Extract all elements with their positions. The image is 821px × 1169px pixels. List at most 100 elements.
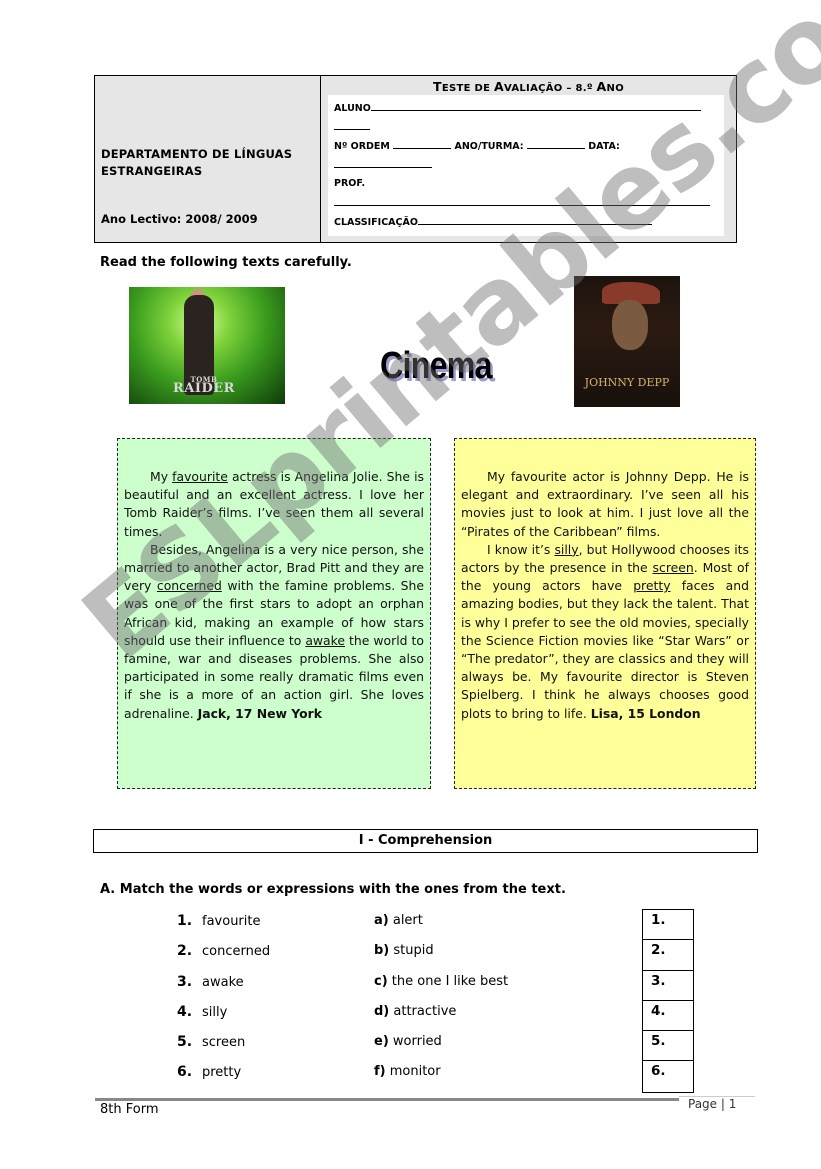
underlined-word: favourite	[172, 469, 228, 484]
aluno-field-continued[interactable]	[334, 117, 718, 136]
word: awake	[202, 974, 244, 990]
aluno-blank[interactable]	[370, 98, 701, 111]
word-number: 3.	[177, 973, 193, 990]
word-list: 1. favourite 2. concerned 3. awake 4. silly …	[177, 910, 270, 1092]
answer-cell[interactable]: 3.	[643, 971, 693, 1001]
header-table: DEPARTAMENTO DE LÍNGUAS ESTRANGEIRAS Ano…	[94, 75, 737, 243]
definition-letter: d)	[374, 1003, 390, 1019]
definition-letter: b)	[374, 943, 390, 959]
word: silly	[202, 1004, 228, 1020]
underlined-word: awake	[305, 632, 345, 648]
word-number: 6.	[177, 1064, 193, 1081]
prof-label: PROF.	[334, 178, 366, 189]
word-item: 6. pretty	[177, 1061, 270, 1091]
signature: Lisa, 15 London	[590, 705, 701, 721]
ano-turma-blank[interactable]	[526, 136, 585, 149]
definition-item: f) monitor	[374, 1061, 508, 1091]
definition-item: a) alert	[374, 910, 508, 940]
paragraph: My favourite actor is Johnny Depp. He is…	[461, 469, 749, 539]
classificacao-label: CLASSIFICAÇÃO	[334, 217, 418, 228]
word: concerned	[202, 944, 271, 960]
word-item: 2. concerned	[177, 940, 270, 970]
header-left-cell: DEPARTAMENTO DE LÍNGUAS ESTRANGEIRAS Ano…	[95, 76, 321, 242]
definition-letter: e)	[374, 1034, 389, 1050]
definition-letter: f)	[374, 1064, 386, 1080]
text: I know it’s	[487, 541, 555, 557]
data-blank[interactable]	[334, 155, 432, 168]
word-item: 5. screen	[177, 1031, 270, 1061]
title-part: NO	[606, 83, 625, 94]
cinema-title: Cinema	[380, 345, 492, 387]
text: faces and amazing bodies, but they lack …	[461, 578, 749, 721]
underlined-word: pretty	[633, 578, 671, 594]
classificacao-field[interactable]: CLASSIFICAÇÃO	[334, 212, 718, 231]
answer-cell[interactable]: 6.	[643, 1061, 693, 1091]
word-number: 2.	[177, 943, 193, 960]
word: screen	[202, 1035, 246, 1051]
student-info-form: ALUNO Nº ORDEM ANO/TURMA: DATA: PROF. CL…	[328, 95, 724, 236]
aluno-label: ALUNO	[334, 103, 371, 114]
n-ordem-blank[interactable]	[393, 136, 452, 149]
signature: Jack, 17 New York	[197, 705, 322, 721]
definition-list: a) alert b) stupid c) the one I like bes…	[374, 910, 508, 1092]
definition-item: e) worried	[374, 1031, 508, 1061]
aluno-field[interactable]: ALUNO	[334, 98, 718, 117]
face	[612, 300, 648, 350]
classificacao-blank[interactable]	[417, 212, 652, 225]
definition-text: alert	[388, 913, 423, 928]
data-label: DATA:	[588, 141, 620, 152]
underlined-word: silly	[554, 541, 579, 557]
word-item: 4. silly	[177, 1001, 270, 1031]
word-item: 3. awake	[177, 971, 270, 1001]
underlined-word: screen	[652, 560, 694, 576]
department-name: DEPARTAMENTO DE LÍNGUAS ESTRANGEIRAS	[101, 147, 293, 178]
word-item: 1. favourite	[177, 910, 270, 940]
word-number: 1.	[177, 913, 193, 929]
tomb-raider-image: TOMB RAIDER	[129, 287, 285, 404]
answer-grid: 1. 2. 3. 4. 5. 6.	[642, 909, 694, 1093]
header-right-cell: TESTE DE AVALIAÇÃO – 8.º ANO ALUNO Nº OR…	[321, 76, 736, 242]
title-part: A	[596, 79, 607, 94]
prof-field-continued[interactable]	[334, 193, 718, 212]
page-number: Page | 1	[688, 1097, 737, 1111]
answer-cell[interactable]: 1.	[643, 910, 693, 941]
school-year: Ano Lectivo: 2008/ 2009	[101, 212, 258, 226]
data-field-continued[interactable]	[334, 155, 718, 174]
definition-text: stupid	[389, 943, 434, 959]
underlined-word: concerned	[156, 578, 222, 594]
answer-cell[interactable]: 2.	[643, 940, 693, 971]
definition-letter: a)	[374, 913, 389, 928]
definition-text: attractive	[389, 1003, 457, 1019]
answer-cell[interactable]: 4.	[643, 1001, 693, 1032]
definition-item: b) stupid	[374, 940, 508, 970]
word-number: 4.	[177, 1003, 193, 1020]
definition-text: monitor	[385, 1064, 441, 1080]
definition-item: d) attractive	[374, 1001, 508, 1031]
definition-text: the one I like best	[387, 973, 509, 989]
prof-field: PROF.	[334, 174, 718, 193]
answer-cell[interactable]: 5.	[643, 1031, 693, 1062]
test-title: TESTE DE AVALIAÇÃO – 8.º ANO	[321, 79, 736, 94]
title-part: VALIAÇÃO – 8.º	[503, 83, 597, 94]
book-title: JOHNNY DEPP	[584, 376, 670, 389]
title-part: T	[432, 79, 442, 94]
logo-big: RAIDER	[173, 381, 235, 396]
exercise-instruction: A. Match the words or expressions with t…	[100, 882, 566, 897]
tomb-raider-logo: TOMB RAIDER	[173, 375, 235, 396]
order-row: Nº ORDEM ANO/TURMA: DATA:	[334, 136, 718, 155]
section-heading: I - Comprehension	[93, 829, 758, 853]
text-box-lisa: My favourite actor is Johnny Depp. He is…	[454, 438, 756, 789]
prof-blank[interactable]	[334, 193, 710, 206]
footer-form: 8th Form	[100, 1102, 159, 1117]
word-number: 5.	[177, 1034, 193, 1051]
paragraph: Besides, Angelina is a very nice person,…	[124, 541, 424, 723]
paragraph: My favourite actress is Angelina Jolie. …	[124, 468, 424, 541]
title-part: A	[494, 79, 504, 94]
footer-divider	[95, 1098, 679, 1101]
aluno-blank-2[interactable]	[334, 117, 370, 130]
text-box-jack: My favourite actress is Angelina Jolie. …	[117, 438, 431, 789]
definition-text: worried	[388, 1034, 442, 1050]
johnny-depp-image: JOHNNY DEPP	[574, 276, 680, 407]
definition-item: c) the one I like best	[374, 971, 508, 1001]
word: favourite	[202, 914, 261, 929]
